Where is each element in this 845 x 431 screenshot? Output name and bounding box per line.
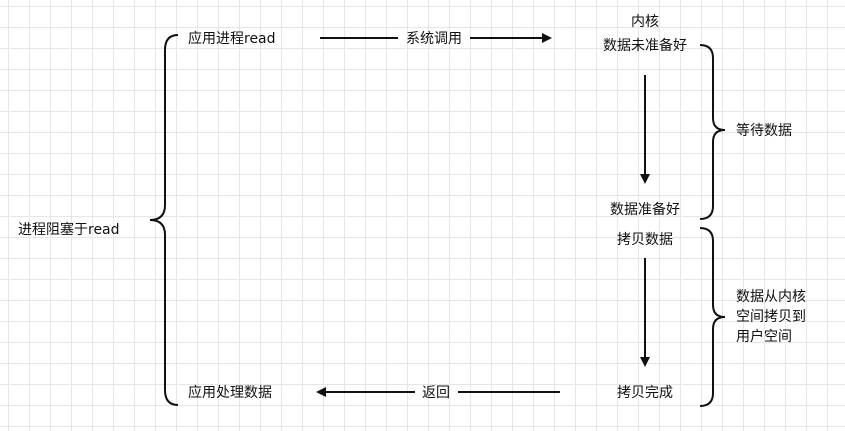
data-ready-label: 数据准备好: [610, 201, 680, 218]
copy-phase-label-line3: 用户空间: [736, 328, 792, 345]
copy-phase-label-line1: 数据从内核: [736, 289, 806, 305]
syscall-label: 系统调用: [406, 31, 462, 47]
copy-data-label: 拷贝数据: [617, 232, 673, 248]
app-process-label: 应用处理数据: [188, 384, 272, 401]
data-not-ready-label: 数据未准备好: [603, 37, 687, 54]
copy-brace: [699, 227, 726, 407]
wait-brace: [699, 44, 726, 220]
copy-done-label: 拷贝完成: [617, 385, 673, 401]
kernel-label: 内核: [631, 14, 659, 30]
blocking-io-diagram: 进程阻塞于read 应用进程read 系统调用 内核 数据未准备好 数据准备好 …: [18, 14, 806, 407]
blocking-label: 进程阻塞于read: [18, 221, 120, 238]
left-brace: [149, 34, 179, 406]
copy-phase-label-line2: 空间拷贝到: [736, 309, 806, 325]
return-label: 返回: [422, 385, 450, 401]
app-read-label: 应用进程read: [188, 30, 276, 47]
wait-phase-label: 等待数据: [736, 122, 792, 139]
